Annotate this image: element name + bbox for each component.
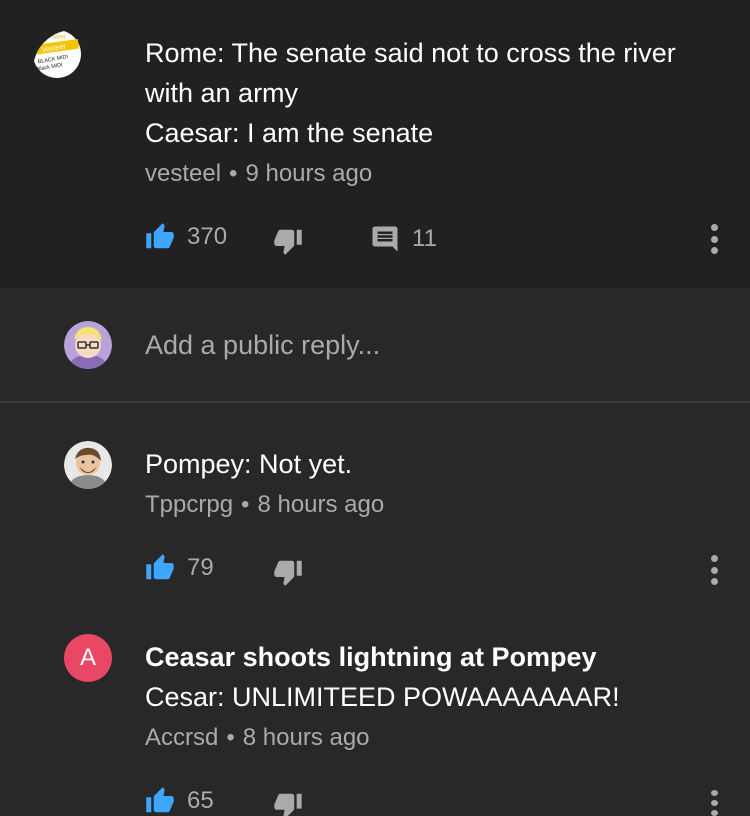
like-button[interactable]: 370 [145,222,227,252]
thumbs-up-icon [146,554,174,580]
like-button[interactable]: 79 [145,553,214,583]
author-name[interactable]: Accrsd [145,724,218,751]
separator-dot: • [229,160,238,187]
like-count: 79 [187,554,214,581]
comment-line: Pompey: Not yet. [145,449,353,479]
comment-line: Caesar: I am the senate [145,118,434,148]
svg-text:Vesteel: Vesteel [47,34,65,40]
timestamp: 9 hours ago [245,160,373,187]
author-name[interactable]: vesteel [145,160,221,187]
dislike-button[interactable] [273,226,303,256]
dislike-button[interactable] [273,557,303,587]
like-count: 65 [187,787,214,814]
thumbs-down-icon [274,560,302,586]
thumbs-up-icon [146,787,174,813]
comment-line: Ceasar shoots lightning at Pompey [145,642,597,672]
like-count: 370 [187,223,228,250]
dislike-button[interactable] [273,790,303,816]
pompey-avatar[interactable] [64,441,112,489]
reply-input[interactable]: Add a public reply... [145,330,380,361]
more-options-icon[interactable] [706,224,722,254]
timestamp: 8 hours ago [257,491,385,518]
comment-meta: vesteel • 9 hours ago [145,160,372,188]
thumbs-down-icon [274,229,302,255]
vesteel-avatar[interactable]: Vesteel Vesteel BLACK MIDI Black MIDI [33,30,113,110]
separator-dot: • [226,724,235,751]
separator-dot: • [241,491,250,518]
avatar-letter: A [79,644,96,671]
letter-avatar[interactable]: A [64,634,112,682]
author-name[interactable]: Tppcrpg [145,491,233,518]
more-options-icon[interactable] [706,790,722,816]
thumbs-up-icon [146,223,174,249]
comment-line: with an army [145,78,299,108]
like-button[interactable]: 65 [145,786,214,816]
main-comment: Vesteel Vesteel BLACK MIDI Black MIDI Ro… [0,0,750,288]
timestamp: 8 hours ago [242,724,370,751]
thumbs-down-icon [274,793,302,816]
comment-meta: Tppcrpg • 8 hours ago [145,491,384,519]
divider [0,401,750,403]
reply-count: 11 [412,225,437,252]
comment-meta: Accrsd • 8 hours ago [145,724,370,752]
reply-button[interactable]: 11 [370,224,437,254]
comment-line: Cesar: UNLIMITEED POWAAAAAAAR! [145,682,620,712]
comment-line: Rome: The senate said not to cross the r… [145,38,676,68]
comment-icon [372,226,398,252]
user-avatar [64,321,112,369]
more-options-icon[interactable] [706,555,722,585]
